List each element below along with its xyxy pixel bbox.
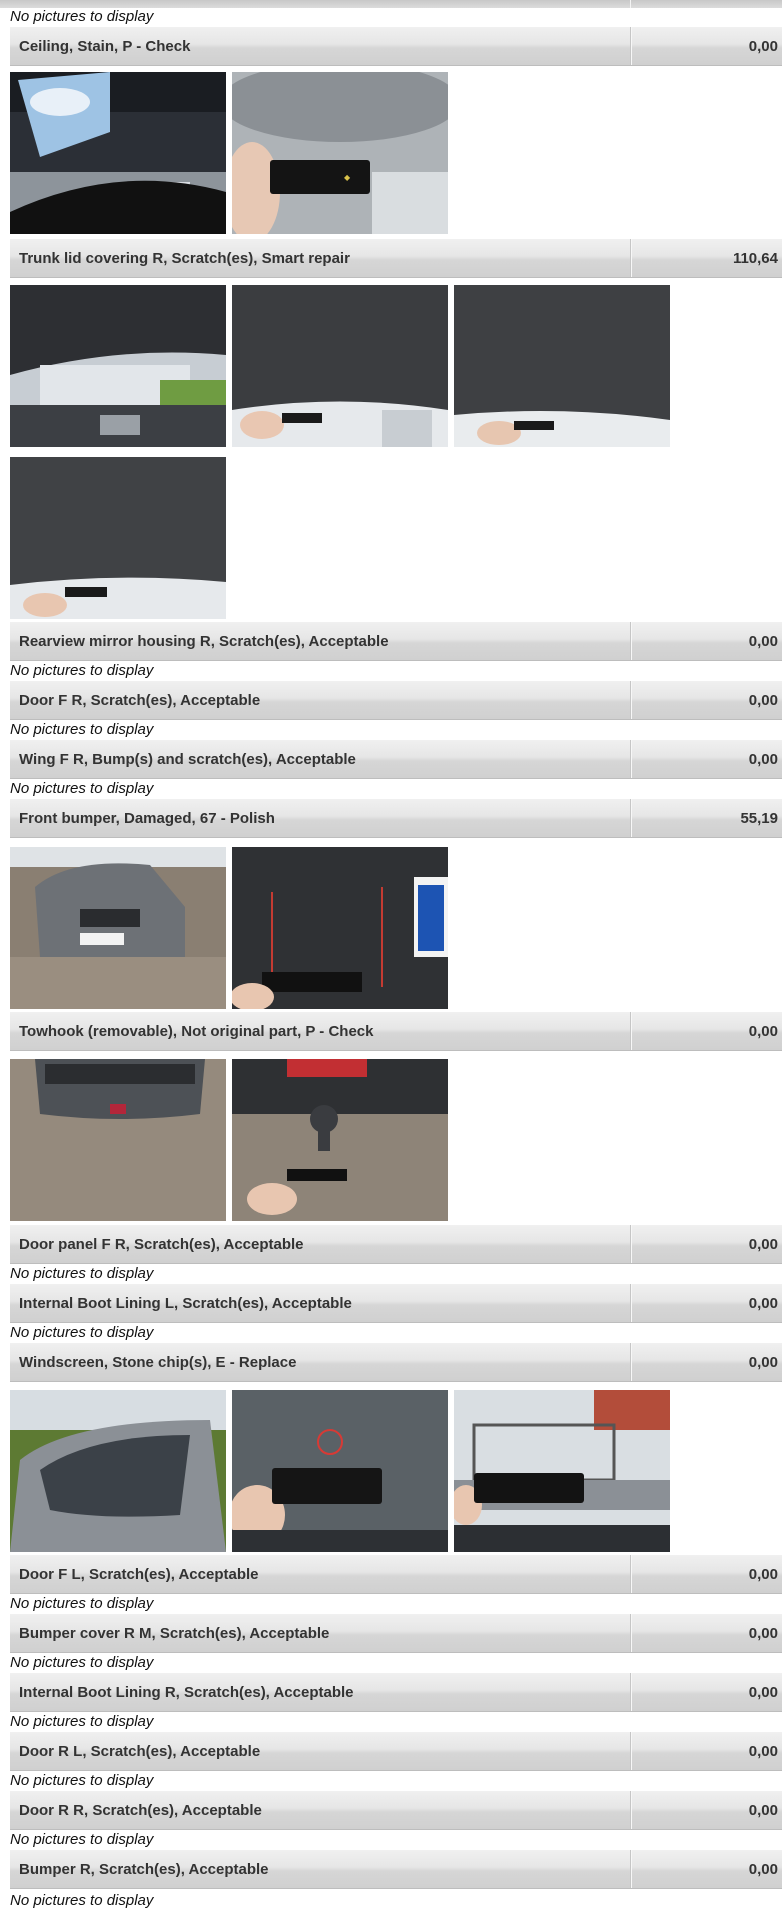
damage-amount: 0,00 <box>748 1566 778 1583</box>
windscreen-interior-view-photo[interactable] <box>454 1390 670 1552</box>
damage-row[interactable]: Door F R, Scratch(es), Acceptable 0,00 <box>10 680 782 720</box>
damage-description: Door panel F R, Scratch(es), Acceptable <box>19 1236 304 1253</box>
no-pictures-caption: No pictures to display <box>10 1595 154 1612</box>
car-rear-view-photo[interactable] <box>10 1059 226 1221</box>
column-divider <box>630 1012 632 1050</box>
column-divider <box>630 1732 632 1770</box>
damage-description: Towhook (removable), Not original part, … <box>19 1023 374 1040</box>
damage-row[interactable]: Internal Boot Lining L, Scratch(es), Acc… <box>10 1283 782 1323</box>
damage-amount: 0,00 <box>748 1625 778 1642</box>
damage-description: Rearview mirror housing R, Scratch(es), … <box>19 633 389 650</box>
damage-description: Bumper R, Scratch(es), Acceptable <box>19 1861 269 1878</box>
column-divider <box>630 1850 632 1888</box>
no-pictures-caption: No pictures to display <box>10 1772 154 1789</box>
trunk-lid-closeup-photo[interactable] <box>454 285 670 447</box>
damage-amount: 0,00 <box>748 1684 778 1701</box>
damage-description: Door R L, Scratch(es), Acceptable <box>19 1743 261 1760</box>
damage-row[interactable]: Bumper R, Scratch(es), Acceptable 0,00 <box>10 1849 782 1889</box>
damage-amount: 0,00 <box>748 751 778 768</box>
damage-row[interactable]: Towhook (removable), Not original part, … <box>10 1011 782 1051</box>
damage-row[interactable]: Bumper cover R M, Scratch(es), Acceptabl… <box>10 1613 782 1653</box>
column-divider <box>630 622 632 660</box>
damage-amount: 0,00 <box>748 692 778 709</box>
no-pictures-caption: No pictures to display <box>10 1265 154 1282</box>
column-divider <box>630 1791 632 1829</box>
damage-amount: 110,64 <box>732 250 778 267</box>
damage-amount: 0,00 <box>748 1023 778 1040</box>
damage-row[interactable]: Wing F R, Bump(s) and scratch(es), Accep… <box>10 739 782 779</box>
column-divider <box>630 1284 632 1322</box>
damage-amount: 0,00 <box>748 1354 778 1371</box>
no-pictures-caption: No pictures to display <box>10 1324 154 1341</box>
damage-row[interactable]: Windscreen, Stone chip(s), E - Replace 0… <box>10 1342 782 1382</box>
no-pictures-caption: No pictures to display <box>10 780 154 797</box>
trunk-lid-measure-photo[interactable] <box>232 285 448 447</box>
column-divider <box>630 1614 632 1652</box>
front-bumper-marked-damage-photo[interactable] <box>232 847 448 1009</box>
no-pictures-caption: No pictures to display <box>10 1892 154 1909</box>
damage-description: Windscreen, Stone chip(s), E - Replace <box>19 1354 297 1371</box>
open-trunk-lid-photo[interactable] <box>10 285 226 447</box>
ceiling-measure-card-photo[interactable]: ◆ <box>232 72 448 234</box>
trunk-lid-corner-photo[interactable] <box>10 457 226 619</box>
damage-row[interactable]: Door R L, Scratch(es), Acceptable 0,00 <box>10 1731 782 1771</box>
damage-amount: 0,00 <box>748 1295 778 1312</box>
car-windscreen-exterior-photo[interactable] <box>10 1390 226 1552</box>
damage-row[interactable]: Front bumper, Damaged, 67 - Polish 55,19 <box>10 798 782 838</box>
damage-amount: 0,00 <box>748 1802 778 1819</box>
damage-row[interactable]: Door panel F R, Scratch(es), Acceptable … <box>10 1224 782 1264</box>
damage-amount: 0,00 <box>748 633 778 650</box>
no-pictures-caption: No pictures to display <box>10 1713 154 1730</box>
damage-description: Ceiling, Stain, P - Check <box>19 38 191 55</box>
previous-row-bar <box>0 0 782 8</box>
column-divider <box>630 740 632 778</box>
damage-description: Internal Boot Lining L, Scratch(es), Acc… <box>19 1295 352 1312</box>
damage-description: Door F L, Scratch(es), Acceptable <box>19 1566 259 1583</box>
damage-row[interactable]: Door F L, Scratch(es), Acceptable 0,00 <box>10 1554 782 1594</box>
car-front-view-photo[interactable] <box>10 847 226 1009</box>
no-pictures-caption: No pictures to display <box>10 8 154 25</box>
damage-amount: 0,00 <box>748 1743 778 1760</box>
damage-description: Bumper cover R M, Scratch(es), Acceptabl… <box>19 1625 330 1642</box>
damage-row[interactable]: Ceiling, Stain, P - Check 0,00 <box>10 26 782 66</box>
damage-description: Internal Boot Lining R, Scratch(es), Acc… <box>19 1684 354 1701</box>
windscreen-chip-marked-photo[interactable] <box>232 1390 448 1552</box>
column-divider <box>630 681 632 719</box>
towhook-closeup-photo[interactable] <box>232 1059 448 1221</box>
damage-amount: 0,00 <box>748 1861 778 1878</box>
column-divider <box>630 799 632 837</box>
damage-row[interactable]: Internal Boot Lining R, Scratch(es), Acc… <box>10 1672 782 1712</box>
column-divider <box>630 1343 632 1381</box>
column-divider <box>630 239 632 277</box>
damage-description: Door R R, Scratch(es), Acceptable <box>19 1802 262 1819</box>
no-pictures-caption: No pictures to display <box>10 721 154 738</box>
car-interior-sunroof-photo[interactable] <box>10 72 226 234</box>
svg-text:◆: ◆ <box>344 173 351 182</box>
damage-row[interactable]: Door R R, Scratch(es), Acceptable 0,00 <box>10 1790 782 1830</box>
damage-row[interactable]: Rearview mirror housing R, Scratch(es), … <box>10 621 782 661</box>
damage-description: Wing F R, Bump(s) and scratch(es), Accep… <box>19 751 356 768</box>
damage-amount: 0,00 <box>748 38 778 55</box>
column-divider <box>630 27 632 65</box>
column-divider <box>630 1555 632 1593</box>
damage-description: Door F R, Scratch(es), Acceptable <box>19 692 261 709</box>
damage-description: Trunk lid covering R, Scratch(es), Smart… <box>19 250 350 267</box>
damage-description: Front bumper, Damaged, 67 - Polish <box>19 810 275 827</box>
damage-amount: 55,19 <box>740 810 778 827</box>
column-divider <box>630 1225 632 1263</box>
no-pictures-caption: No pictures to display <box>10 1654 154 1671</box>
no-pictures-caption: No pictures to display <box>10 1831 154 1848</box>
column-divider <box>630 1673 632 1711</box>
damage-row[interactable]: Trunk lid covering R, Scratch(es), Smart… <box>10 238 782 278</box>
no-pictures-caption: No pictures to display <box>10 662 154 679</box>
damage-amount: 0,00 <box>748 1236 778 1253</box>
